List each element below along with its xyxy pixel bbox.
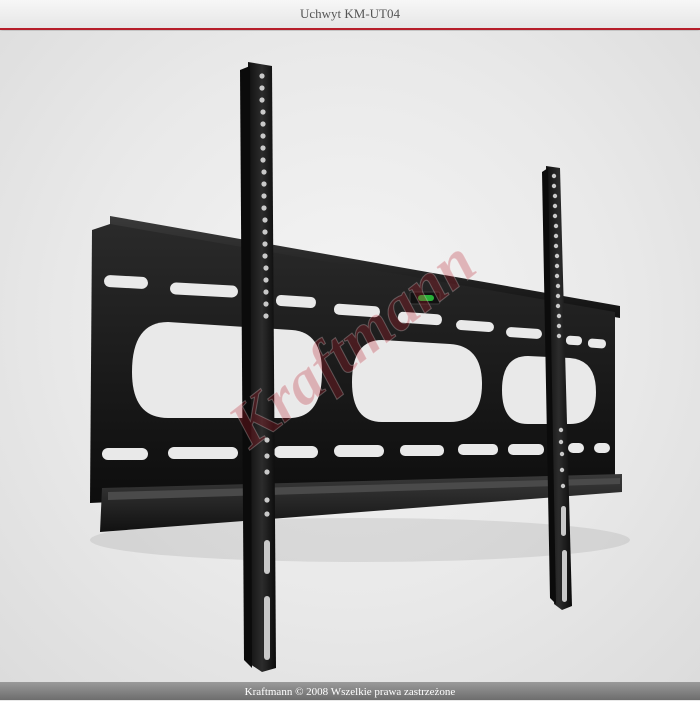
tv-wall-mount-image: Kraftmann [90, 62, 630, 672]
footer-bar: Kraftmann © 2008 Wszelkie prawa zastrzeż… [0, 682, 700, 700]
copyright-text: Kraftmann © 2008 Wszelkie prawa zastrzeż… [244, 686, 456, 698]
product-image-viewer: Kraftmann [0, 31, 700, 682]
title-bar: Uchwyt KM-UT04 [0, 0, 700, 30]
page-title: Uchwyt KM-UT04 [299, 6, 400, 21]
